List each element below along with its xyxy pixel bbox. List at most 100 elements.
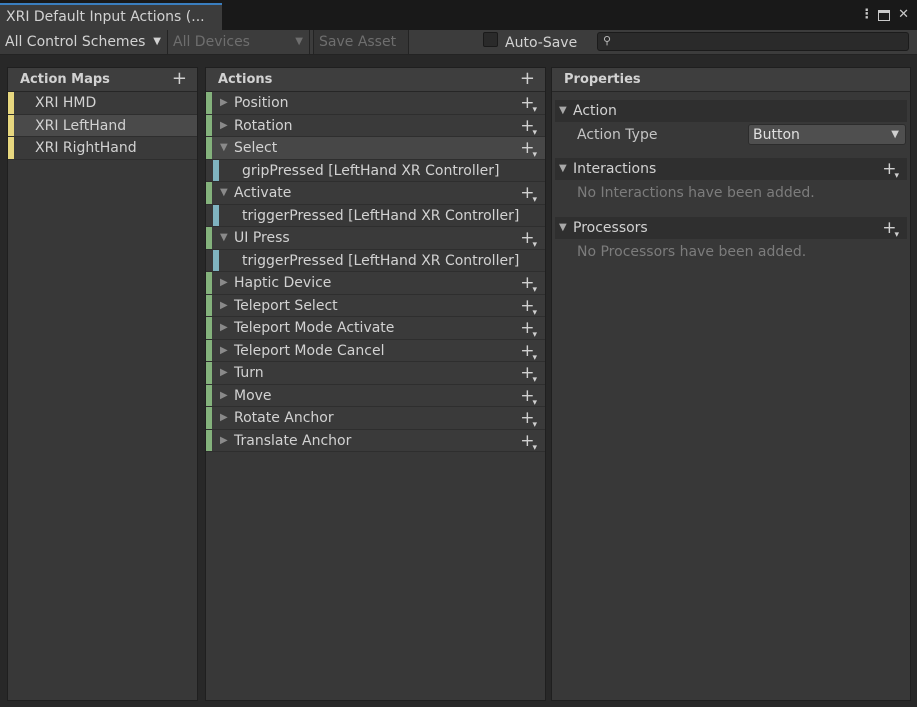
expand-arrow-icon[interactable]: ▶ — [220, 340, 228, 362]
action-item[interactable]: ▶ Move +▾ — [206, 384, 545, 410]
action-label: Rotate Anchor — [234, 410, 334, 426]
action-color-bar — [206, 114, 212, 136]
collapse-arrow-icon: ▼ — [559, 163, 567, 174]
action-item[interactable]: ▶ Rotation +▾ — [206, 114, 545, 140]
action-item[interactable]: ▼ Select +▾ — [206, 137, 545, 160]
processors-section-header[interactable]: ▼ Processors +▾ — [555, 217, 907, 240]
action-color-bar — [206, 92, 212, 114]
add-action-button[interactable]: + — [520, 68, 535, 90]
toolbar: All Control Schemes ▼ All Devices ▼ Save… — [0, 30, 917, 55]
expand-arrow-icon[interactable]: ▶ — [220, 385, 228, 407]
add-binding-icon[interactable]: +▾ — [520, 385, 539, 410]
auto-save-label: Auto-Save — [505, 35, 578, 51]
expand-arrow-icon[interactable]: ▶ — [220, 295, 228, 317]
expand-arrow-icon[interactable]: ▶ — [220, 92, 228, 114]
add-binding-icon[interactable]: +▾ — [520, 182, 539, 207]
action-section-title: Action — [573, 103, 617, 119]
expand-arrow-icon[interactable]: ▶ — [220, 430, 228, 452]
add-binding-icon[interactable]: +▾ — [520, 362, 539, 387]
expand-arrow-icon[interactable]: ▶ — [220, 362, 228, 384]
action-item[interactable]: ▶ Teleport Select +▾ — [206, 294, 545, 320]
action-color-bar — [206, 362, 212, 384]
action-label: Translate Anchor — [234, 432, 352, 449]
binding-label: triggerPressed [LeftHand XR Controller] — [242, 252, 520, 269]
window-controls: ⋮ ✕ — [860, 6, 909, 24]
binding-item[interactable]: triggerPressed [LeftHand XR Controller] — [206, 249, 545, 272]
add-binding-icon[interactable]: +▾ — [520, 295, 539, 320]
action-item[interactable]: ▶ Rotate Anchor +▾ — [206, 407, 545, 430]
devices-label: All Devices — [173, 34, 250, 50]
add-binding-icon[interactable]: +▾ — [520, 340, 539, 365]
action-item[interactable]: ▶ Turn +▾ — [206, 362, 545, 385]
more-options-icon[interactable]: ⋮ — [860, 6, 873, 24]
action-item[interactable]: ▶ Teleport Mode Activate +▾ — [206, 317, 545, 340]
binding-label: triggerPressed [LeftHand XR Controller] — [242, 207, 520, 224]
action-item[interactable]: ▼ UI Press +▾ — [206, 227, 545, 250]
close-icon[interactable]: ✕ — [898, 6, 909, 24]
action-item[interactable]: ▶ Teleport Mode Cancel +▾ — [206, 339, 545, 365]
collapse-arrow-icon[interactable]: ▼ — [220, 227, 228, 249]
binding-color-bar — [213, 159, 219, 181]
control-schemes-dropdown[interactable]: All Control Schemes ▼ — [0, 30, 168, 54]
binding-item[interactable]: gripPressed [LeftHand XR Controller] — [206, 159, 545, 182]
action-label: Select — [234, 140, 278, 156]
add-binding-icon[interactable]: +▾ — [520, 227, 539, 252]
action-item[interactable]: ▶ Haptic Device +▾ — [206, 272, 545, 295]
action-item[interactable]: ▶ Translate Anchor +▾ — [206, 429, 545, 455]
binding-label: gripPressed [LeftHand XR Controller] — [242, 162, 500, 179]
add-binding-icon[interactable]: +▾ — [520, 407, 539, 432]
action-map-item[interactable]: XRI RightHand — [8, 137, 197, 160]
action-section-header[interactable]: ▼ Action — [555, 100, 907, 122]
expand-arrow-icon[interactable]: ▶ — [220, 115, 228, 137]
expand-arrow-icon[interactable]: ▶ — [220, 317, 228, 339]
action-item[interactable]: ▶ Position +▾ — [206, 92, 545, 115]
add-binding-icon[interactable]: +▾ — [520, 137, 539, 162]
action-color-bar — [206, 272, 212, 294]
action-map-item[interactable]: XRI LeftHand — [8, 114, 197, 137]
action-maps-header: Action Maps + — [8, 68, 197, 92]
save-asset-button[interactable]: Save Asset — [313, 30, 409, 54]
binding-item[interactable]: triggerPressed [LeftHand XR Controller] — [206, 204, 545, 227]
action-label: Turn — [234, 365, 264, 381]
action-label: Position — [234, 95, 289, 111]
collapse-arrow-icon[interactable]: ▼ — [220, 182, 228, 204]
add-action-map-button[interactable]: + — [172, 68, 187, 90]
window-tab-bar: XRI Default Input Actions (... ⋮ ✕ — [0, 0, 917, 30]
action-item[interactable]: ▼ Activate +▾ — [206, 182, 545, 205]
search-input[interactable]: ⚲ — [597, 32, 909, 51]
add-binding-icon[interactable]: +▾ — [520, 317, 539, 342]
window-tab[interactable]: XRI Default Input Actions (... — [0, 3, 222, 30]
auto-save-checkbox[interactable] — [483, 32, 498, 47]
collapse-arrow-icon[interactable]: ▼ — [220, 137, 228, 159]
add-binding-icon[interactable]: +▾ — [520, 430, 539, 455]
expand-arrow-icon[interactable]: ▶ — [220, 272, 228, 294]
devices-dropdown[interactable]: All Devices ▼ — [168, 30, 310, 54]
action-type-row: Action Type Button ▼ — [552, 122, 910, 148]
action-color-bar — [206, 429, 212, 451]
action-label: Haptic Device — [234, 275, 332, 291]
action-map-item[interactable]: XRI HMD — [8, 92, 197, 115]
add-binding-icon[interactable]: +▾ — [520, 272, 539, 297]
action-map-label: XRI HMD — [35, 95, 97, 111]
dropdown-arrow-icon: ▼ — [295, 36, 303, 47]
action-label: Activate — [234, 185, 292, 201]
maximize-icon[interactable] — [878, 9, 891, 21]
add-binding-icon[interactable]: +▾ — [520, 92, 539, 117]
collapse-arrow-icon: ▼ — [559, 222, 567, 233]
search-icon: ⚲ — [603, 34, 612, 47]
processors-section-title: Processors — [573, 220, 648, 236]
add-binding-icon[interactable]: +▾ — [520, 115, 539, 140]
action-color-bar — [206, 384, 212, 406]
action-label: Teleport Select — [234, 297, 338, 314]
action-label: Teleport Mode Activate — [234, 320, 395, 336]
interactions-section-header[interactable]: ▼ Interactions +▾ — [555, 158, 907, 181]
action-label: Rotation — [234, 117, 293, 134]
action-type-dropdown[interactable]: Button ▼ — [748, 124, 906, 145]
expand-arrow-icon[interactable]: ▶ — [220, 407, 228, 429]
action-color-bar — [206, 137, 212, 159]
action-color-bar — [206, 182, 212, 204]
action-color-bar — [206, 294, 212, 316]
processors-empty-text: No Processors have been added. — [577, 244, 807, 260]
map-color-bar — [8, 137, 14, 159]
dropdown-arrow-icon: ▼ — [153, 36, 161, 47]
